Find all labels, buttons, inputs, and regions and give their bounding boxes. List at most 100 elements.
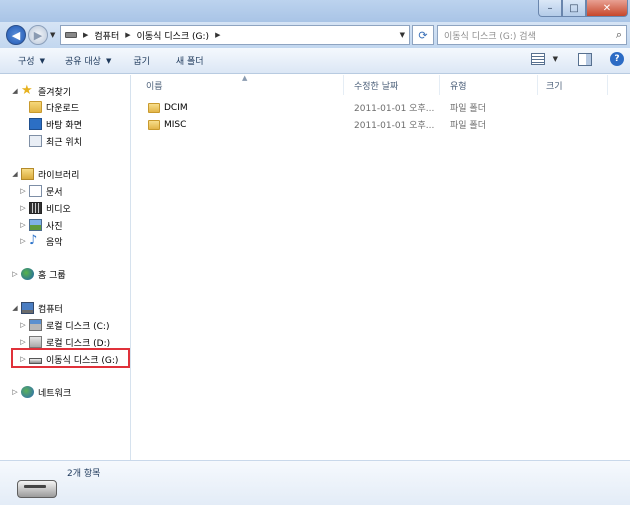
pictures-icon (29, 219, 42, 231)
nav-favorites[interactable]: ◢ ★ 즐겨찾기 (11, 83, 71, 99)
collapsed-arrow-icon[interactable]: ▷ (11, 270, 19, 278)
breadcrumb-arrow-icon[interactable]: ▶ (215, 31, 220, 39)
breadcrumb-arrow-icon[interactable]: ▶ (125, 31, 130, 39)
breadcrumb-computer[interactable]: 컴퓨터 (94, 29, 119, 42)
desktop-icon (29, 118, 42, 130)
nav-desktop-label: 바탕 화면 (46, 120, 82, 131)
view-options-icon[interactable] (530, 53, 545, 65)
downloads-folder-icon (29, 101, 42, 113)
nav-videos-label: 비디오 (46, 204, 71, 215)
nav-music[interactable]: ▷ ♪ 음악 (19, 233, 63, 249)
column-header-date[interactable]: 수정한 날짜 (344, 75, 440, 95)
collapsed-arrow-icon[interactable]: ▷ (19, 338, 27, 346)
toolbar-right: ▼ ? (530, 52, 624, 66)
expanded-arrow-icon[interactable]: ◢ (11, 87, 19, 95)
refresh-button[interactable]: ⟳ (412, 25, 434, 45)
documents-icon (29, 185, 42, 197)
address-dropdown-icon[interactable]: ▼ (400, 31, 405, 39)
file-type: 파일 폴더 (450, 104, 486, 114)
file-type: 파일 폴더 (450, 121, 486, 131)
chevron-down-icon: ▼ (39, 56, 45, 65)
title-bar: – □ ✕ (0, 0, 630, 22)
file-name: DCIM (164, 102, 188, 113)
nav-documents[interactable]: ▷ 문서 (19, 183, 63, 199)
address-bar[interactable]: ▶ 컴퓨터 ▶ 이동식 디스크 (G:) ▶ ▼ (60, 25, 410, 45)
nav-recent-label: 최근 위치 (46, 137, 82, 148)
folder-icon (148, 119, 160, 130)
nav-videos[interactable]: ▷ 비디오 (19, 200, 71, 216)
preview-pane-icon[interactable] (578, 52, 592, 66)
nav-music-label: 음악 (46, 237, 63, 248)
star-icon: ★ (21, 83, 33, 98)
nav-recent[interactable]: 최근 위치 (27, 133, 82, 149)
organize-label: 구성 (18, 57, 35, 67)
nav-homegroup[interactable]: ▷ 홈 그룹 (11, 266, 66, 282)
breadcrumb-removable-disk[interactable]: 이동식 디스크 (G:) (137, 29, 209, 42)
chevron-down-icon: ▼ (105, 56, 112, 65)
help-icon[interactable]: ? (610, 52, 624, 66)
file-row[interactable]: MISC 2011-01-01 오후... 파일 폴더 (132, 116, 630, 133)
computer-icon (21, 302, 34, 314)
nav-libraries[interactable]: ◢ 라이브러리 (11, 166, 79, 182)
search-input[interactable]: 이동식 디스크 (G:) 검색 ⌕ (437, 25, 627, 45)
file-list-pane[interactable]: ▲ 이름 수정한 날짜 유형 크기 DCIM 2011-01-01 오후... … (132, 74, 630, 460)
collapsed-arrow-icon[interactable]: ▷ (19, 237, 27, 245)
nav-local-disk-c[interactable]: ▷ 로컬 디스크 (C:) (19, 317, 109, 333)
removable-drive-icon (17, 480, 57, 498)
collapsed-arrow-icon[interactable]: ▷ (11, 388, 19, 396)
nav-homegroup-label: 홈 그룹 (38, 270, 66, 281)
expanded-arrow-icon[interactable]: ◢ (11, 170, 19, 178)
nav-desktop[interactable]: 바탕 화면 (27, 116, 82, 132)
nav-computer-label: 컴퓨터 (38, 304, 63, 315)
new-folder-button[interactable]: 새 폴더 (166, 54, 214, 67)
column-size-label: 크기 (546, 81, 563, 92)
sort-arrow-icon: ▲ (242, 74, 248, 82)
collapsed-arrow-icon[interactable]: ▷ (19, 187, 27, 195)
collapsed-arrow-icon[interactable]: ▷ (19, 204, 27, 212)
column-date-label: 수정한 날짜 (354, 81, 399, 92)
search-placeholder: 이동식 디스크 (G:) 검색 (444, 31, 536, 42)
nav-pictures[interactable]: ▷ 사진 (19, 217, 63, 233)
nav-documents-label: 문서 (46, 187, 63, 198)
item-count: 2개 항목 (67, 469, 101, 479)
drive-icon (65, 32, 77, 38)
share-label: 공유 대상 (64, 57, 101, 67)
nav-local-c-label: 로컬 디스크 (C:) (46, 321, 110, 332)
back-button[interactable]: ◀ (6, 25, 26, 45)
forward-button[interactable]: ▶ (28, 25, 48, 45)
music-icon: ♪ (29, 233, 38, 248)
history-dropdown-icon[interactable]: ▼ (50, 31, 55, 39)
share-button[interactable]: 공유 대상 ▼ (55, 54, 121, 68)
nav-favorites-label: 즐겨찾기 (38, 87, 72, 98)
column-header-type[interactable]: 유형 (440, 75, 538, 95)
window-controls: – □ ✕ (538, 0, 628, 17)
close-button[interactable]: ✕ (586, 0, 628, 17)
file-row[interactable]: DCIM 2011-01-01 오후... 파일 폴더 (132, 99, 630, 116)
address-row: ◀ ▶ ▼ ▶ 컴퓨터 ▶ 이동식 디스크 (G:) ▶ ▼ ⟳ 이동식 디스크… (0, 22, 630, 48)
nav-computer[interactable]: ◢ 컴퓨터 (11, 300, 63, 316)
column-header-name[interactable]: ▲ 이름 (132, 74, 344, 95)
collapsed-arrow-icon[interactable]: ▷ (19, 321, 27, 329)
nav-network[interactable]: ▷ 네트워크 (11, 384, 71, 400)
maximize-button[interactable]: □ (562, 0, 586, 17)
nav-downloads[interactable]: 다운로드 (27, 99, 79, 115)
navigation-pane[interactable]: ◢ ★ 즐겨찾기 다운로드 바탕 화면 최근 위치 ◢ 라이브러리 ▷ 문서 ▷ 비디오 … (0, 75, 131, 460)
column-name-label: 이름 (146, 81, 163, 92)
homegroup-icon (21, 268, 34, 280)
videos-icon (29, 202, 42, 214)
nav-downloads-label: 다운로드 (46, 103, 80, 114)
view-dropdown-icon[interactable]: ▼ (553, 55, 558, 63)
library-icon (21, 168, 34, 180)
command-toolbar: 구성 ▼ 공유 대상 ▼ 굽기 새 폴더 ▼ ? (0, 48, 630, 74)
minimize-button[interactable]: – (538, 0, 562, 17)
search-icon[interactable]: ⌕ (616, 28, 622, 42)
organize-button[interactable]: 구성 ▼ (8, 54, 55, 68)
nav-libraries-label: 라이브러리 (38, 170, 80, 181)
nav-network-label: 네트워크 (38, 388, 72, 399)
collapsed-arrow-icon[interactable]: ▷ (19, 221, 27, 229)
breadcrumb-arrow-icon[interactable]: ▶ (83, 31, 88, 39)
column-header-size[interactable]: 크기 (538, 75, 608, 95)
column-type-label: 유형 (450, 81, 467, 92)
burn-button[interactable]: 굽기 (123, 54, 160, 67)
expanded-arrow-icon[interactable]: ◢ (11, 304, 19, 312)
